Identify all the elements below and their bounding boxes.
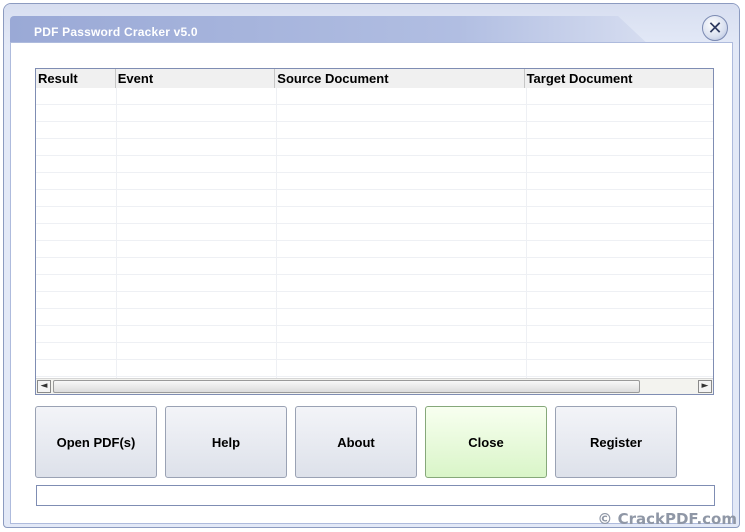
open-pdfs-button[interactable]: Open PDF(s) [35, 406, 157, 478]
column-header-source-document[interactable]: Source Document [275, 69, 525, 88]
column-divider [116, 88, 117, 378]
column-divider [276, 88, 277, 378]
watermark: © CrackPDF.com [597, 510, 737, 528]
window-title: PDF Password Cracker v5.0 [34, 25, 198, 39]
help-button[interactable]: Help [165, 406, 287, 478]
scrollbar-thumb[interactable] [53, 380, 640, 393]
table-header: Result Event Source Document Target Docu… [36, 69, 713, 89]
window-close-icon[interactable]: ✕ [702, 15, 728, 41]
main-panel: Result Event Source Document Target Docu… [10, 42, 733, 524]
log-table[interactable]: Result Event Source Document Target Docu… [35, 68, 714, 395]
register-button[interactable]: Register [555, 406, 677, 478]
scroll-right-icon[interactable]: ► [698, 380, 712, 393]
column-divider [526, 88, 527, 378]
app-window: PDF Password Cracker v5.0 ✕ Result Event… [3, 3, 740, 528]
button-row: Open PDF(s) Help About Close Register [35, 406, 685, 478]
scroll-left-icon[interactable]: ◄ [37, 380, 51, 393]
column-header-target-document[interactable]: Target Document [525, 69, 713, 88]
about-button[interactable]: About [295, 406, 417, 478]
status-bar [36, 485, 715, 506]
column-header-event[interactable]: Event [116, 69, 276, 88]
close-button[interactable]: Close [425, 406, 547, 478]
horizontal-scrollbar[interactable]: ◄ ► [36, 378, 713, 394]
table-body[interactable] [36, 88, 713, 378]
column-header-result[interactable]: Result [36, 69, 116, 88]
